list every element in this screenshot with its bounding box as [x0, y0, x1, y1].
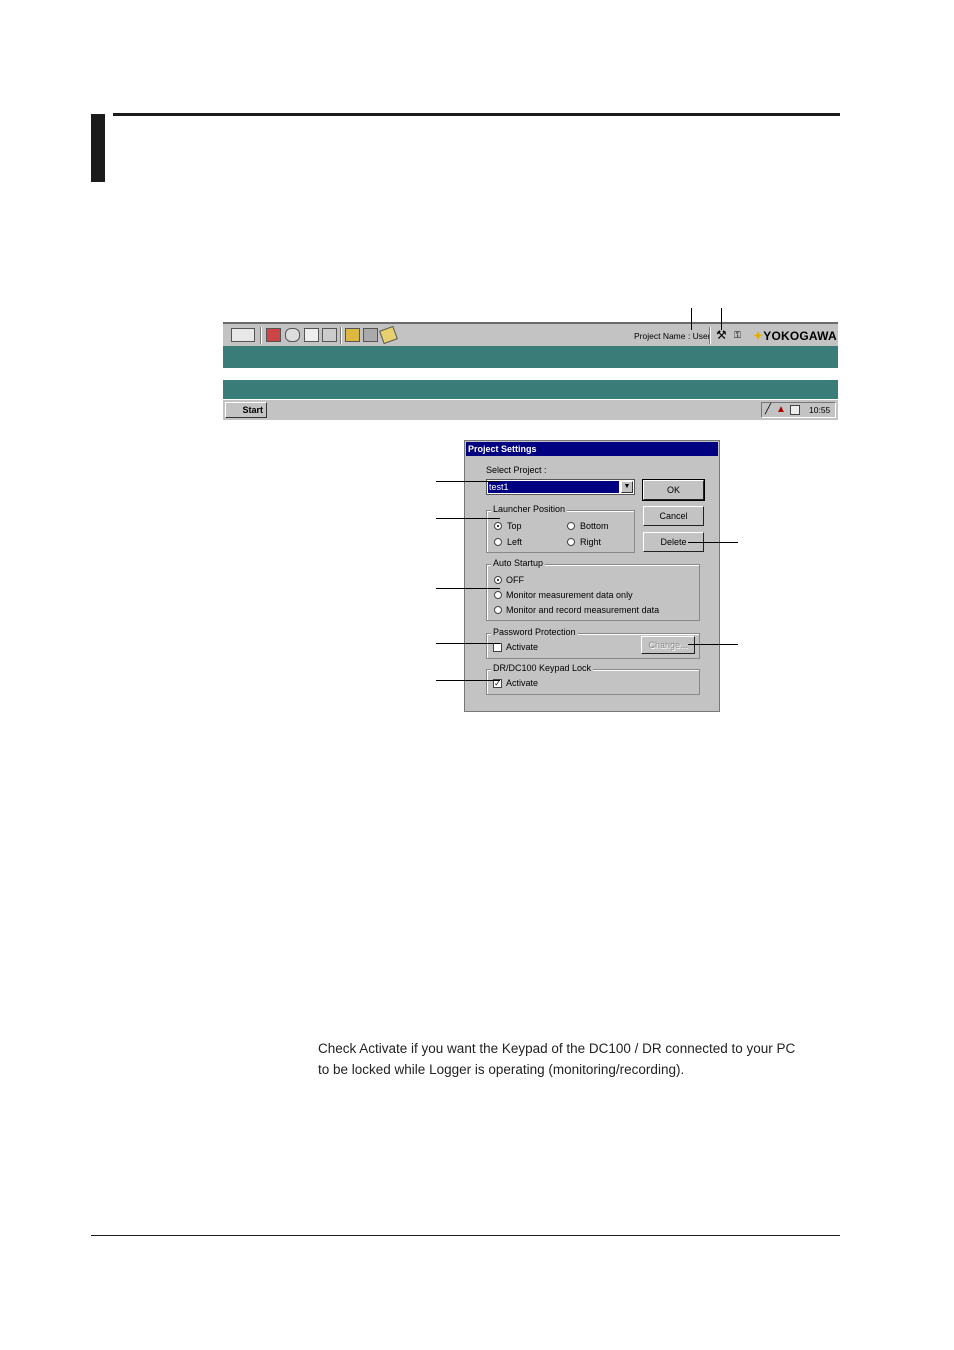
- radio-bottom-label: Bottom: [580, 521, 609, 531]
- toolbar-separator: [709, 327, 711, 344]
- radio-left[interactable]: [494, 538, 502, 546]
- keypad-lock-group: DR/DC100 Keypad Lock ✓ Activate: [486, 663, 700, 695]
- search-icon[interactable]: [285, 328, 300, 342]
- system-tray: ╱ ▲ 10:55: [761, 402, 836, 418]
- dialog-title: Project Settings: [466, 442, 718, 456]
- callout-line: [436, 588, 500, 589]
- password-protection-group: Password Protection Activate Change...: [486, 627, 700, 659]
- select-project-value: test1: [488, 481, 619, 493]
- radio-left-label: Left: [507, 537, 523, 547]
- callout-line: [688, 644, 738, 645]
- network-icon[interactable]: [304, 328, 319, 342]
- radio-monitor-record-label: Monitor and record measurement data: [506, 605, 660, 615]
- keypad-description-line2: to be locked while Logger is operating (…: [318, 1062, 685, 1077]
- launcher-screenshot: Project Name : User ⚒ ⚿ ✦YOKOGAWA Start …: [223, 322, 838, 420]
- callout-line: [436, 643, 500, 644]
- tag-icon[interactable]: [379, 325, 398, 345]
- radio-bottom[interactable]: [567, 522, 575, 530]
- callout-line: [691, 308, 692, 330]
- key-icon[interactable]: ⚿: [734, 330, 741, 341]
- wrench-icon[interactable]: ⚒: [716, 328, 727, 342]
- auto-startup-group: Auto Startup OFF Monitor measurement dat…: [486, 558, 700, 621]
- radio-off[interactable]: [494, 576, 502, 584]
- launcher-toolbar: Project Name : User ⚒ ⚿ ✦YOKOGAWA: [223, 322, 838, 346]
- launcher-position-group: Launcher Position Top Bottom Left Right: [486, 504, 635, 553]
- chapter-rule: [113, 113, 840, 116]
- radio-monitor-record[interactable]: [494, 606, 502, 614]
- clock: 10:55: [809, 405, 831, 415]
- password-activate-checkbox[interactable]: [493, 643, 502, 652]
- select-project-label: Select Project :: [486, 465, 547, 475]
- warning-icon: ▲: [776, 404, 786, 415]
- chapter-bar: [91, 114, 105, 182]
- taskbar: Start ╱ ▲ 10:55: [223, 399, 838, 420]
- auto-startup-caption: Auto Startup: [491, 558, 546, 568]
- change-password-button[interactable]: Change...: [641, 636, 695, 654]
- pen-icon: ╱: [765, 404, 772, 415]
- select-project-dropdown[interactable]: test1 ▼: [486, 479, 635, 495]
- keypad-lock-caption: DR/DC100 Keypad Lock: [491, 663, 594, 673]
- keypad-description-line1: Check Activate if you want the Keypad of…: [318, 1041, 796, 1056]
- toolbar-separator: [260, 327, 262, 344]
- recorder-icon[interactable]: [266, 328, 281, 342]
- radio-monitor-only-label: Monitor measurement data only: [506, 590, 633, 600]
- launcher-position-caption: Launcher Position: [491, 504, 568, 514]
- radio-off-label: OFF: [506, 575, 524, 585]
- radio-right-label: Right: [580, 537, 602, 547]
- cancel-button[interactable]: Cancel: [643, 506, 704, 526]
- toolbar-separator: [340, 327, 342, 344]
- ok-button[interactable]: OK: [642, 479, 705, 501]
- yokogawa-logo: ✦YOKOGAWA: [753, 329, 837, 343]
- project-name-label: Project Name : User: [634, 331, 711, 341]
- callout-line: [688, 542, 738, 543]
- monitor-icon[interactable]: [231, 328, 255, 342]
- password-protection-caption: Password Protection: [491, 627, 578, 637]
- chevron-down-icon[interactable]: ▼: [621, 481, 633, 493]
- callout-line: [436, 481, 500, 482]
- keypad-activate-label: Activate: [506, 678, 539, 688]
- project-settings-dialog: Project Settings Select Project : test1 …: [464, 440, 720, 712]
- desktop-band-bottom: [223, 380, 838, 399]
- desktop-band-top: [223, 346, 838, 368]
- footer-rule: [91, 1235, 840, 1236]
- callout-line: [436, 518, 500, 519]
- start-button[interactable]: Start: [225, 402, 267, 418]
- logo-star-icon: ✦: [753, 329, 764, 343]
- calculator-icon[interactable]: [345, 328, 360, 342]
- keypad-description: Check Activate if you want the Keypad of…: [318, 1038, 838, 1080]
- grid-icon: [790, 405, 800, 415]
- radio-top[interactable]: [494, 522, 502, 530]
- printer-icon[interactable]: [322, 328, 337, 342]
- radio-right[interactable]: [567, 538, 575, 546]
- callout-line: [436, 680, 500, 681]
- radio-top-label: Top: [507, 521, 522, 531]
- callout-line: [721, 308, 722, 330]
- radio-monitor-only[interactable]: [494, 591, 502, 599]
- report-icon[interactable]: [363, 328, 378, 342]
- password-activate-label: Activate: [506, 642, 539, 652]
